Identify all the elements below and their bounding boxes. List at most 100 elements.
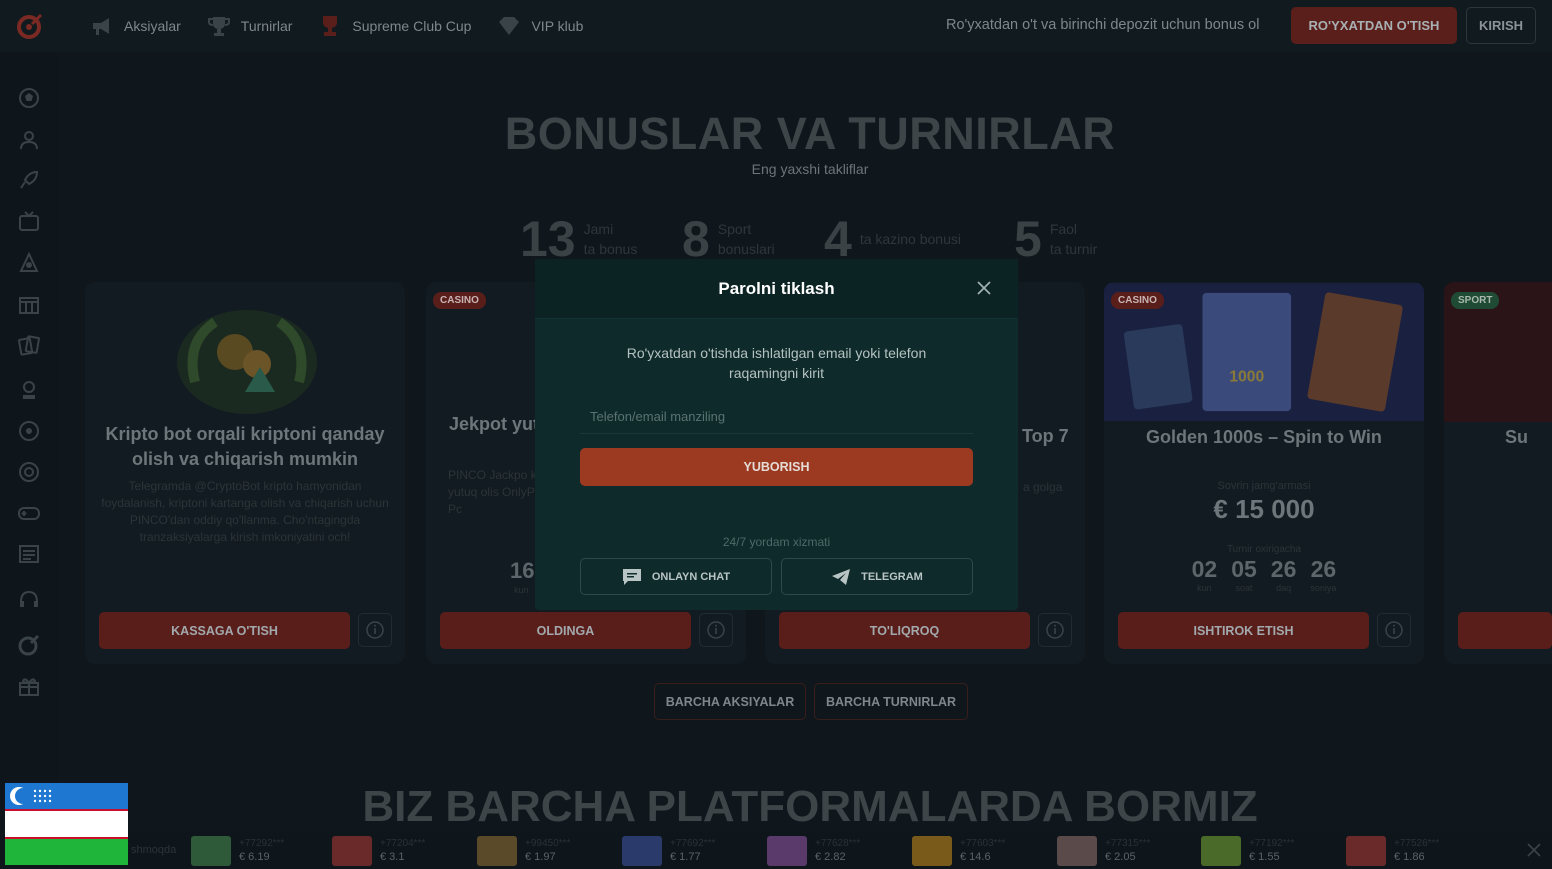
timer-seconds: 26 soniya [1310,556,1336,593]
nav-vip-club-label: VIP klub [531,18,584,34]
telegram-label: TELEGRAM [861,570,923,583]
timer-value: 26 [1270,556,1297,582]
winner-amount: € 1.77 [670,851,701,863]
winner-item[interactable]: +77526*** € 1.86 [1346,836,1486,866]
sidebar-item-slots[interactable] [17,292,41,316]
all-tournaments-button[interactable]: BARCHA TURNIRLAR [814,683,968,720]
sidebar-item-poker[interactable] [17,378,41,402]
stat-label: bonuslari [717,241,775,257]
uzbekistan-flag-icon [5,783,128,865]
winner-item[interactable]: +77628*** € 2.82 [767,836,907,866]
winner-item[interactable]: +77292*** € 6.19 [191,836,331,866]
casino-badge: CASINO [433,292,486,309]
cashier-button[interactable]: KASSAGA O'TISH [99,612,350,649]
submit-button[interactable]: YUBORISH [580,448,973,486]
game-thumbnail [332,836,372,866]
bonus-card: Kripto bot orqali kriptoni qanday olish … [85,282,405,664]
info-button[interactable] [1377,613,1411,647]
sidebar-item-news[interactable] [17,542,41,566]
dealer-icon [20,131,38,150]
poker-icon [23,381,35,399]
next-button[interactable]: OLDINGA [440,612,691,649]
sidebar-item-support[interactable] [17,588,41,612]
timer-value: 02 [1191,556,1218,582]
all-promotions-button[interactable]: BARCHA AKSIYALAR [654,683,806,720]
headset-icon [20,590,38,607]
winner-amount: € 6.19 [239,851,270,863]
sidebar-item-pinco[interactable] [17,633,41,657]
login-button[interactable]: KIRISH [1466,7,1536,44]
winner-item[interactable]: +77204*** € 3.1 [332,836,472,866]
tournament-card: 1000 CASINO Golden 1000s – Spin to Win S… [1104,282,1424,664]
online-chat-button[interactable]: ONLAYN CHAT [580,558,772,595]
gift-icon [19,678,39,696]
nav-vip-club[interactable]: VIP klub [497,15,583,37]
winner-amount: € 14.6 [960,851,991,863]
game-thumbnail [477,836,517,866]
top-bar: Aksiyalar Turnirlar Supreme Club Cup VIP… [0,0,1552,52]
info-button[interactable] [358,613,392,647]
winner-item[interactable]: +99450*** € 1.97 [477,836,617,866]
crypto-wreath-image [177,310,317,414]
participate-button[interactable]: ISHTIROK ETISH [1118,612,1369,649]
newspaper-icon [19,545,39,563]
winner-item[interactable]: +77315*** € 2.05 [1057,836,1197,866]
slot-machine-icon [19,297,39,314]
winner-user: +77628*** [815,838,861,849]
gamepad-icon [18,507,40,520]
sidebar-item-bonuses[interactable] [17,674,41,698]
winner-item[interactable]: +77192*** € 1.55 [1201,836,1341,866]
winner-item[interactable]: +77692*** € 1.77 [622,836,762,866]
soccer-ball-icon [19,88,39,108]
nav-tournaments[interactable]: Turnirlar [207,15,293,37]
target-icon [19,462,39,482]
sidebar-item-cards[interactable] [17,333,41,357]
info-button[interactable] [1038,613,1072,647]
stat-tournaments: 5 Faol ta turnir [1014,210,1097,268]
stat-label: Faol [1049,221,1078,237]
platforms-heading: BIZ BARCHA PLATFORMALARDA BORMIZ [362,782,1258,831]
diamond-icon [499,17,520,35]
online-chat-label: ONLAYN CHAT [651,570,731,583]
winner-amount: € 1.86 [1394,851,1425,863]
winner-item[interactable]: +77603*** € 14.6 [912,836,1052,866]
card-button[interactable] [1458,612,1552,649]
phone-email-input[interactable] [580,400,973,434]
details-button[interactable]: TO'LIQROQ [779,612,1030,649]
sidebar-item-live[interactable] [17,460,41,484]
winner-user: +77603*** [960,838,1006,849]
winner-amount: € 2.82 [815,851,846,863]
close-icon[interactable] [976,280,992,296]
stat-label: Sport [717,221,752,237]
info-button[interactable] [699,613,733,647]
info-icon [707,621,725,639]
winner-amount: € 1.97 [525,851,556,863]
sidebar-item-crash[interactable] [17,168,41,192]
cup-icon [323,16,338,36]
stat-label: ta turnir [1049,241,1098,257]
game-thumbnail [767,836,807,866]
register-button[interactable]: RO'YXATDAN O'TISH [1291,7,1457,44]
sidebar-item-sport-ball[interactable] [17,419,41,443]
register-promo-text: Ro'yxatdan o't va birinchi depozit uchun… [946,17,1260,33]
card-title: Kripto bot orqali kriptoni qanday olish … [105,424,385,469]
timer-days: 02 kun [1192,556,1218,593]
nav-supreme-club-cup[interactable]: Supreme Club Cup [318,15,471,37]
sidebar-item-live-dealer[interactable] [17,128,41,152]
game-thumbnail [1346,836,1386,866]
card-title: Golden 1000s – Spin to Win [1146,427,1382,447]
prize-fund-label: Sovrin jamg'armasi [1217,480,1311,492]
logo-icon[interactable] [16,12,44,40]
nav-promotions[interactable]: Aksiyalar [90,15,181,37]
nav-tournaments-label: Turnirlar [240,18,293,34]
sidebar-item-esports[interactable] [17,501,41,525]
timer-unit: soat [1235,583,1253,593]
ticker-label: shmoqda [131,844,177,856]
sidebar-item-sport[interactable] [17,86,41,110]
brand-logo-icon [18,634,40,656]
telegram-button[interactable]: TELEGRAM [781,558,973,595]
timer-value: 05 [1231,556,1257,582]
password-reset-modal: Parolni tiklash Ro'yxatdan o'tishda ishl… [535,259,1018,610]
close-ticker-icon[interactable] [1526,842,1542,858]
stat-label: Jami [583,221,614,237]
